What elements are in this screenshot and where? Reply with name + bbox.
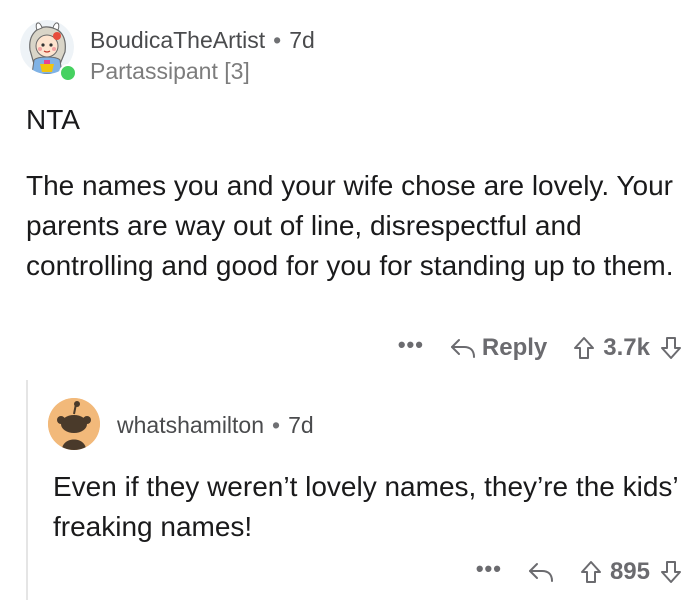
snoo-default-avatar-icon [48, 398, 100, 450]
separator-dot: • [273, 27, 282, 53]
avatar[interactable] [48, 398, 100, 450]
separator-dot: • [272, 412, 281, 438]
comment-age: 7d [289, 27, 315, 53]
reply-arrow-icon [528, 563, 553, 582]
reply-arrow-icon [450, 339, 475, 358]
username-link[interactable]: BoudicaTheArtist [90, 27, 265, 53]
downvote-arrow-icon[interactable] [660, 336, 682, 360]
comment-age: 7d [288, 412, 314, 438]
upvote-arrow-icon[interactable] [573, 336, 595, 360]
reply-body: Even if they weren’t lovely names, they’… [53, 471, 678, 542]
reply-label: Reply [481, 334, 548, 361]
upvote-arrow-icon[interactable] [580, 560, 602, 584]
vote-controls: 895 [580, 558, 682, 586]
reply-button[interactable] [528, 561, 554, 583]
online-status-indicator [59, 64, 77, 82]
downvote-arrow-icon[interactable] [660, 560, 682, 584]
vote-score: 895 [609, 558, 650, 585]
comment-body: The names you and your wife chose are lo… [26, 170, 674, 281]
reply-author-line: whatshamilton • 7d [117, 412, 314, 439]
thread-line[interactable] [26, 380, 28, 600]
more-options-button[interactable]: ••• [476, 556, 502, 582]
more-options-button[interactable]: ••• [398, 332, 424, 358]
comment-author-line: BoudicaTheArtist • 7d [90, 27, 315, 54]
reply-actions: ••• 895 [476, 554, 682, 590]
user-flair: Partassipant [3] [90, 58, 250, 84]
vote-controls: 3.7k [573, 334, 682, 362]
reply-button[interactable]: Reply [450, 334, 547, 362]
comment-actions: ••• Reply 3.7k [398, 330, 682, 366]
username-link[interactable]: whatshamilton [117, 412, 264, 438]
vote-score: 3.7k [603, 334, 650, 361]
comment-verdict: NTA [26, 104, 80, 135]
